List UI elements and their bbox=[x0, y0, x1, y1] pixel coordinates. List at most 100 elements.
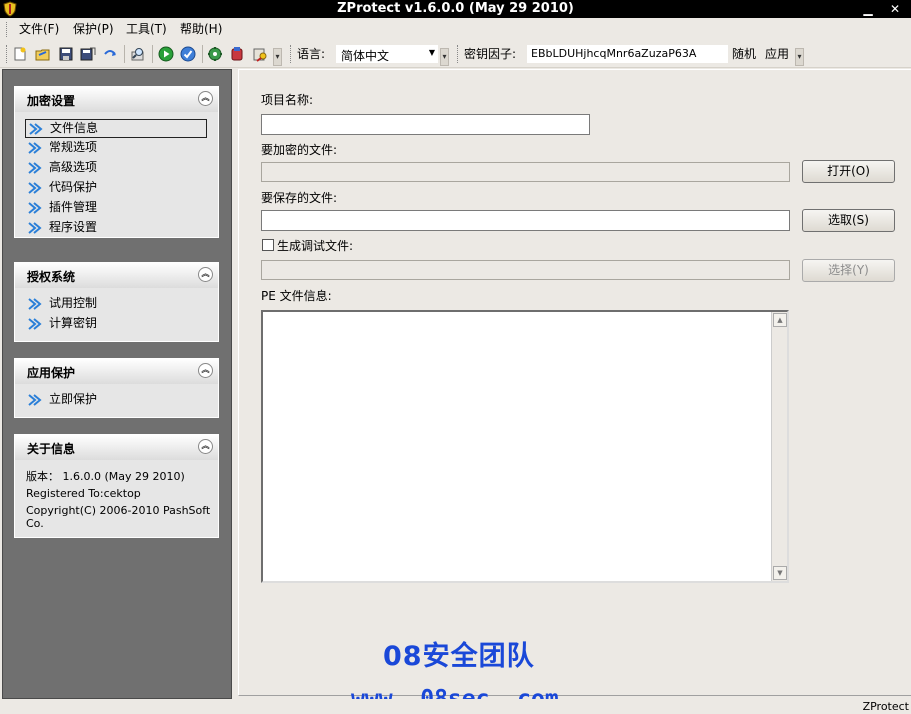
sidebar-item-plugin-management[interactable]: 插件管理 bbox=[25, 199, 207, 218]
sidebar-item-advanced-options[interactable]: 高级选项 bbox=[25, 159, 207, 178]
panel-title: 应用保护 bbox=[27, 366, 76, 380]
panel-header[interactable]: 授权系统 ︽ bbox=[15, 263, 218, 288]
about-copyright-cont: Co. bbox=[26, 517, 44, 530]
new-project-icon[interactable] bbox=[12, 46, 28, 62]
sidebar-item-label: 常规选项 bbox=[49, 140, 98, 154]
toolbar-overflow-chevron[interactable]: ▾ bbox=[795, 48, 804, 66]
sidebar-item-trial-control[interactable]: 试用控制 bbox=[25, 295, 207, 314]
chevron-right-icon bbox=[28, 394, 42, 406]
panel-header[interactable]: 应用保护 ︽ bbox=[15, 359, 218, 384]
panel-title: 授权系统 bbox=[27, 270, 76, 284]
pe-info-label: PE 文件信息: bbox=[261, 289, 332, 303]
panel-app-protection: 应用保护 ︽ 立即保护 bbox=[14, 358, 219, 418]
menu-file[interactable]: 文件(F) bbox=[19, 22, 59, 37]
sidebar-item-file-info[interactable]: 文件信息 bbox=[25, 119, 207, 138]
key-icon[interactable] bbox=[252, 46, 268, 62]
debug-file-checkbox[interactable] bbox=[262, 239, 274, 251]
sidebar-item-label: 代码保护 bbox=[49, 180, 98, 194]
scroll-down-icon[interactable]: ▼ bbox=[773, 566, 787, 580]
toolbar-grip[interactable] bbox=[6, 45, 9, 63]
status-bar: ZProtect bbox=[0, 699, 911, 714]
close-icon[interactable]: ✕ bbox=[887, 2, 903, 16]
panel-header[interactable]: 加密设置 ︽ bbox=[15, 87, 218, 112]
key-factor-label: 密钥因子: bbox=[464, 47, 517, 61]
project-name-input[interactable] bbox=[261, 114, 590, 135]
plugin-icon[interactable] bbox=[229, 46, 245, 62]
start-protect-icon[interactable] bbox=[158, 46, 174, 62]
toolbar: ▾ 语言: ▾ 密钥因子: 随机 应用 ▾ bbox=[0, 41, 911, 68]
save-file-label: 要保存的文件: bbox=[261, 191, 338, 205]
toolbar-grip[interactable] bbox=[457, 45, 460, 63]
collapse-icon[interactable]: ︽ bbox=[198, 439, 213, 454]
open-project-icon[interactable] bbox=[35, 46, 51, 62]
scroll-up-icon[interactable]: ▲ bbox=[773, 313, 787, 327]
random-button[interactable]: 随机 bbox=[732, 47, 756, 62]
toolbar-grip[interactable] bbox=[290, 45, 293, 63]
toolbar-separator bbox=[152, 45, 153, 63]
check-icon[interactable] bbox=[180, 46, 196, 62]
apply-button[interactable]: 应用 bbox=[765, 47, 789, 62]
save-as-icon[interactable] bbox=[80, 46, 96, 62]
chevron-right-icon bbox=[29, 123, 43, 135]
title-bar: ZProtect v1.6.0.0 (May 29 2010) ▁ ✕ bbox=[0, 0, 911, 18]
sidebar-item-label: 程序设置 bbox=[49, 220, 98, 234]
status-text: ZProtect bbox=[862, 700, 909, 713]
menu-tools[interactable]: 工具(T) bbox=[126, 22, 167, 37]
toolbar-overflow-chevron[interactable]: ▾ bbox=[440, 48, 449, 66]
language-select-value: 简体中文 bbox=[341, 49, 390, 63]
settings-gear-icon[interactable] bbox=[207, 46, 223, 62]
save-file-input[interactable] bbox=[261, 210, 790, 231]
toolbar-separator bbox=[124, 45, 125, 63]
sidebar-item-label: 插件管理 bbox=[49, 200, 98, 214]
sidebar-item-program-settings[interactable]: 程序设置 bbox=[25, 219, 207, 238]
sidebar-item-label: 立即保护 bbox=[49, 392, 98, 406]
debug-file-label[interactable]: 生成调试文件: bbox=[277, 239, 353, 254]
open-button[interactable]: 打开(O) bbox=[802, 160, 895, 183]
chevron-right-icon bbox=[28, 298, 42, 310]
minimize-icon[interactable]: ▁ bbox=[860, 2, 876, 16]
debug-file-input[interactable] bbox=[261, 260, 790, 280]
language-select[interactable]: 简体中文 ▼ bbox=[336, 45, 438, 63]
sidebar-item-code-protection[interactable]: 代码保护 bbox=[25, 179, 207, 198]
collapse-icon[interactable]: ︽ bbox=[198, 267, 213, 282]
chevron-right-icon bbox=[28, 202, 42, 214]
sidebar-item-general-options[interactable]: 常规选项 bbox=[25, 139, 207, 158]
pe-info-textarea[interactable]: ▲ ▼ bbox=[261, 310, 789, 583]
panel-header[interactable]: 关于信息 ︽ bbox=[15, 435, 218, 460]
menu-help[interactable]: 帮助(H) bbox=[180, 22, 222, 37]
panel-title: 加密设置 bbox=[27, 94, 76, 108]
toolbar-overflow-chevron[interactable]: ▾ bbox=[273, 48, 282, 66]
collapse-icon[interactable]: ︽ bbox=[198, 91, 213, 106]
find-icon[interactable] bbox=[130, 46, 146, 62]
about-copyright: Copyright(C) 2006-2010 PashSoft bbox=[26, 504, 211, 517]
panel-license-system: 授权系统 ︽ 试用控制 计算密钥 bbox=[14, 262, 219, 342]
collapse-icon[interactable]: ︽ bbox=[198, 363, 213, 378]
sidebar-item-label: 文件信息 bbox=[50, 121, 99, 135]
panel-about-info: 关于信息 ︽ 版本： 1.6.0.0 (May 29 2010) Registe… bbox=[14, 434, 219, 538]
about-registered: Registered To:cektop bbox=[26, 487, 141, 500]
undo-icon[interactable] bbox=[102, 46, 118, 62]
panel-encryption-settings: 加密设置 ︽ 文件信息 常规选项 高级选项 代码保护 插件管理 程序设置 bbox=[14, 86, 219, 238]
vertical-scrollbar[interactable]: ▲ ▼ bbox=[771, 312, 787, 581]
select-button[interactable]: 选择(Y) bbox=[802, 259, 895, 282]
chevron-right-icon bbox=[28, 182, 42, 194]
about-version: 版本： 1.6.0.0 (May 29 2010) bbox=[26, 470, 185, 483]
sidebar-item-label: 试用控制 bbox=[49, 296, 98, 310]
sidebar-item-compute-key[interactable]: 计算密钥 bbox=[25, 315, 207, 334]
language-label: 语言: bbox=[297, 47, 326, 61]
encrypt-file-input[interactable] bbox=[261, 162, 790, 182]
sidebar-item-label: 高级选项 bbox=[49, 160, 98, 174]
watermark-team: 08安全团队 bbox=[383, 641, 535, 672]
menubar-grip[interactable] bbox=[6, 22, 9, 37]
menu-protect[interactable]: 保护(P) bbox=[73, 22, 114, 37]
encrypt-file-label: 要加密的文件: bbox=[261, 143, 338, 157]
chevron-down-icon: ▼ bbox=[428, 48, 435, 57]
chevron-right-icon bbox=[28, 162, 42, 174]
window-title: ZProtect v1.6.0.0 (May 29 2010) bbox=[337, 1, 574, 16]
sidebar-item-protect-now[interactable]: 立即保护 bbox=[25, 391, 207, 410]
panel-title: 关于信息 bbox=[27, 442, 76, 456]
choose-button[interactable]: 选取(S) bbox=[802, 209, 895, 232]
save-icon[interactable] bbox=[58, 46, 74, 62]
key-factor-input[interactable]: EBbLDUHjhcqMnr6aZuzaP63A bbox=[527, 45, 728, 63]
toolbar-separator bbox=[202, 45, 203, 63]
